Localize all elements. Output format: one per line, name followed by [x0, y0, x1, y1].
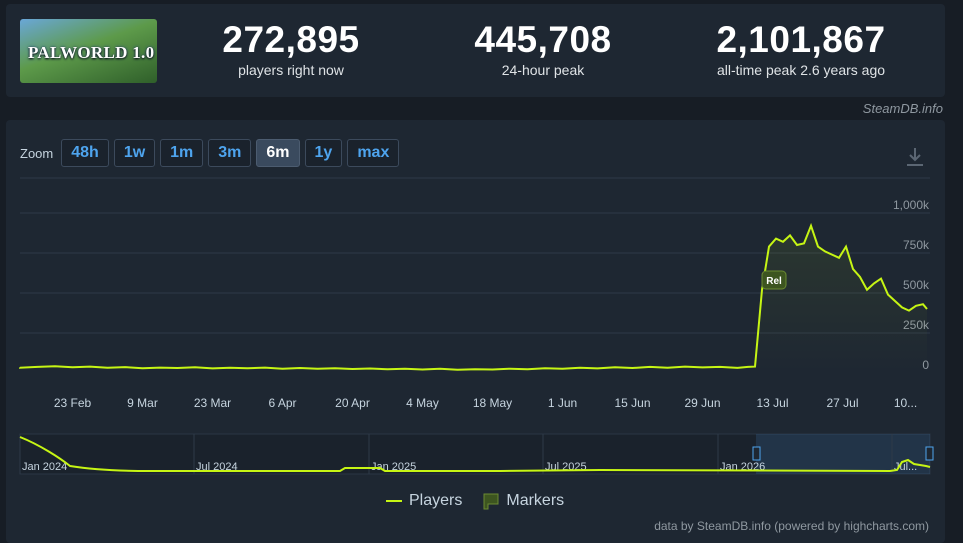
zoom-48h-button[interactable]: 48h: [61, 139, 109, 167]
legend-markers-label: Markers: [506, 492, 565, 509]
stat-current-value: 272,895: [222, 19, 360, 60]
flag-icon: [483, 493, 499, 510]
chart-panel: [6, 120, 945, 543]
download-icon[interactable]: [904, 146, 926, 168]
steamdb-credit-link[interactable]: SteamDB.info: [863, 101, 943, 116]
legend-players[interactable]: Players: [385, 492, 462, 510]
stat-all-time-peak-label: all-time peak 2.6 years ago: [716, 62, 886, 78]
zoom-6m-button[interactable]: 6m: [256, 139, 300, 167]
zoom-1y-button[interactable]: 1y: [304, 139, 343, 167]
legend-players-label: Players: [409, 492, 463, 509]
stat-all-time-peak: 2,101,867 all-time peak 2.6 years ago: [686, 19, 916, 79]
game-title: PALWORLD 1.0: [28, 43, 155, 62]
zoom-1m-button[interactable]: 1m: [160, 139, 204, 167]
zoom-1w-button[interactable]: 1w: [113, 139, 156, 167]
stat-24h-peak-value: 445,708: [474, 19, 612, 60]
stat-all-time-peak-value: 2,101,867: [716, 19, 886, 60]
stat-current-label: players right now: [238, 62, 344, 78]
chart-legend: Players Markers: [385, 492, 584, 510]
players-legend-icon: [386, 500, 402, 502]
stat-current: 272,895 players right now: [176, 19, 406, 79]
zoom-3m-button[interactable]: 3m: [208, 139, 252, 167]
legend-markers[interactable]: Markers: [482, 492, 564, 510]
stat-24h-peak: 445,708 24-hour peak: [428, 19, 658, 79]
stat-24h-peak-label: 24-hour peak: [501, 62, 585, 78]
stats-panel: PALWORLD 1.0 272,895 players right now 4…: [6, 4, 945, 97]
game-thumbnail[interactable]: PALWORLD 1.0: [20, 19, 157, 83]
zoom-max-button[interactable]: max: [347, 139, 400, 167]
zoom-label: Zoom: [20, 145, 54, 161]
zoom-toolbar: Zoom 48h 1w 1m 3m 6m 1y max: [20, 138, 404, 168]
chart-credit[interactable]: data by SteamDB.info (powered by highcha…: [654, 519, 929, 533]
